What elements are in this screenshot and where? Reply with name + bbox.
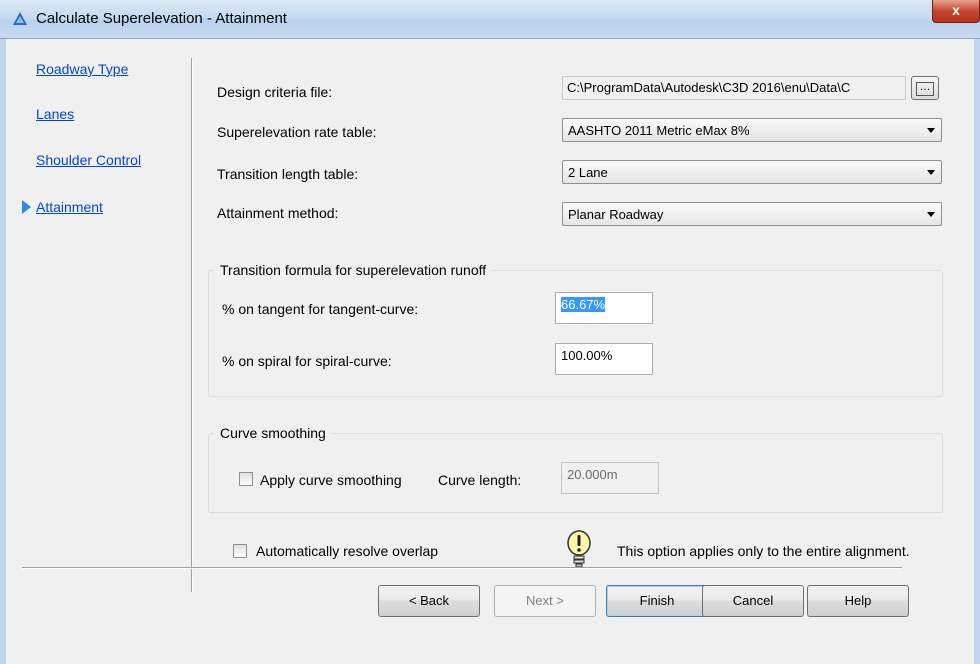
curve-length-label: Curve length: — [438, 472, 522, 488]
nav-item-label[interactable]: Shoulder Control — [36, 152, 141, 168]
window-title: Calculate Superelevation - Attainment — [36, 10, 287, 27]
nav-item-lanes[interactable]: Lanes — [36, 106, 74, 122]
nav-item-label[interactable]: Roadway Type — [36, 61, 128, 77]
tangent-label: % on tangent for tangent-curve: — [222, 301, 419, 317]
horizontal-divider — [22, 567, 902, 569]
transition-table-label: Transition length table: — [217, 166, 359, 182]
current-page-arrow-icon — [22, 200, 31, 214]
transition-table-value: 2 Lane — [568, 165, 608, 180]
attainment-method-value: Planar Roadway — [568, 207, 664, 222]
nav-item-roadway-type[interactable]: Roadway Type — [36, 61, 128, 77]
next-button[interactable]: Next > — [494, 585, 596, 617]
design-criteria-value: C:\ProgramData\Autodesk\C3D 2016\enu\Dat… — [567, 80, 851, 95]
rate-table-dropdown[interactable]: AASHTO 2011 Metric eMax 8% — [562, 118, 942, 142]
dropdown-arrow-icon — [927, 212, 935, 217]
attainment-method-dropdown[interactable]: Planar Roadway — [562, 202, 942, 226]
spiral-value: 100.00% — [561, 348, 613, 363]
tangent-input[interactable]: 66.67% — [555, 292, 653, 324]
nav-item-label[interactable]: Attainment — [36, 199, 103, 215]
tangent-value: 66.67% — [561, 297, 606, 312]
browse-button[interactable]: … — [911, 76, 939, 100]
dropdown-arrow-icon — [927, 128, 935, 133]
lightbulb-info-icon — [567, 530, 591, 568]
help-button[interactable]: Help — [807, 585, 909, 617]
curve-length-value: 20.000m — [567, 467, 618, 482]
apply-curve-smoothing-label[interactable]: Apply curve smoothing — [260, 472, 402, 488]
design-criteria-label: Design criteria file: — [217, 84, 333, 100]
close-button[interactable]: x — [932, 0, 980, 23]
ellipsis-icon: … — [916, 82, 934, 96]
nav-item-label[interactable]: Lanes — [36, 106, 74, 122]
resolve-overlap-checkbox[interactable] — [233, 544, 247, 558]
apply-curve-smoothing-checkbox[interactable] — [239, 472, 253, 486]
cancel-button[interactable]: Cancel — [702, 585, 804, 617]
attainment-method-label: Attainment method: — [217, 205, 339, 221]
vertical-divider — [191, 58, 193, 592]
design-criteria-field: C:\ProgramData\Autodesk\C3D 2016\enu\Dat… — [562, 76, 906, 100]
finish-button[interactable]: Finish — [606, 585, 708, 617]
nav-item-shoulder-control[interactable]: Shoulder Control — [36, 152, 141, 168]
resolve-overlap-label[interactable]: Automatically resolve overlap — [256, 543, 438, 559]
transition-table-dropdown[interactable]: 2 Lane — [562, 160, 942, 184]
curve-length-input[interactable]: 20.000m — [561, 462, 659, 494]
nav-item-attainment[interactable]: Attainment — [36, 199, 103, 215]
overlap-info-text: This option applies only to the entire a… — [617, 543, 910, 559]
title-bar: Calculate Superelevation - Attainment x — [0, 0, 980, 39]
spiral-label: % on spiral for spiral-curve: — [222, 353, 392, 369]
rate-table-value: AASHTO 2011 Metric eMax 8% — [568, 123, 750, 138]
civil3d-app-icon — [13, 12, 27, 25]
rate-table-label: Superelevation rate table: — [217, 124, 377, 140]
curve-smoothing-title: Curve smoothing — [214, 425, 332, 441]
dropdown-arrow-icon — [927, 170, 935, 175]
back-button[interactable]: < Back — [378, 585, 480, 617]
transition-formula-title: Transition formula for superelevation ru… — [214, 262, 493, 278]
transition-formula-group — [208, 270, 943, 397]
spiral-input[interactable]: 100.00% — [555, 343, 653, 375]
